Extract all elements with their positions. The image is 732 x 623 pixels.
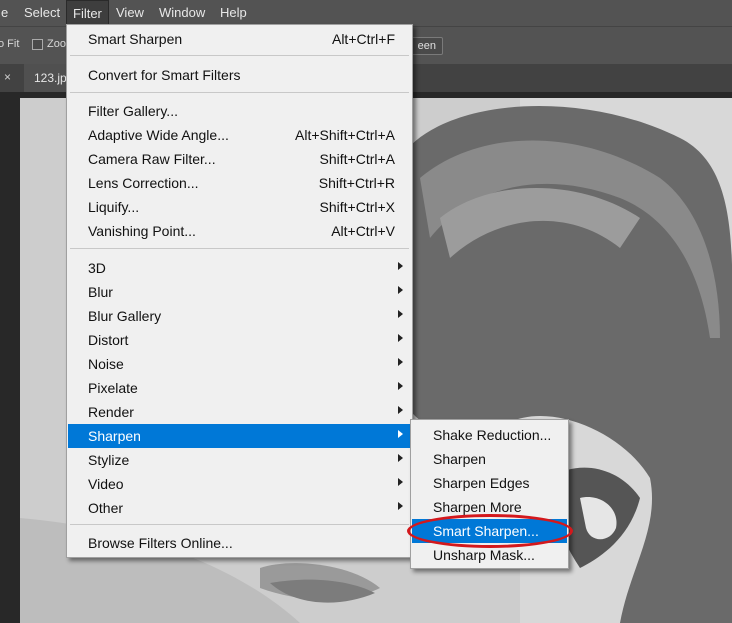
menu-item-label: Sharpen More [433, 499, 522, 515]
submenu-arrow-icon [398, 454, 403, 462]
submenu-item-sharpen[interactable]: Sharpen [412, 447, 567, 471]
menu-item-label: 3D [88, 260, 106, 276]
menu-bar: e Select Filter View Window Help [0, 0, 732, 26]
menu-item-label: Render [88, 404, 134, 420]
submenu-arrow-icon [398, 262, 403, 270]
menu-separator [70, 92, 409, 93]
menu-item-shortcut: Alt+Ctrl+V [331, 223, 395, 239]
close-tab-icon[interactable]: × [4, 70, 11, 84]
menu-item-last-filter[interactable]: Smart Sharpen Alt+Ctrl+F [68, 27, 411, 51]
menu-item-other[interactable]: Other [68, 496, 411, 520]
menu-view[interactable]: View [110, 0, 150, 26]
menu-window[interactable]: Window [153, 0, 211, 26]
menu-item-shortcut: Shift+Ctrl+X [319, 199, 395, 215]
zoom-all-checkbox[interactable] [32, 39, 43, 50]
menu-item-adaptive-wide-angle[interactable]: Adaptive Wide Angle... Alt+Shift+Ctrl+A [68, 123, 411, 147]
menu-filter[interactable]: Filter [66, 0, 109, 26]
fit-screen-label[interactable]: o Fit [0, 38, 19, 50]
menu-item-sharpen[interactable]: Sharpen [68, 424, 411, 448]
menu-separator [70, 248, 409, 249]
menu-item-label: Blur Gallery [88, 308, 162, 324]
menu-item-filter-gallery[interactable]: Filter Gallery... [68, 99, 411, 123]
menu-item-label: Browse Filters Online... [88, 535, 233, 551]
menu-item-label: Vanishing Point... [88, 223, 196, 239]
submenu-arrow-icon [398, 286, 403, 294]
menu-item-video[interactable]: Video [68, 472, 411, 496]
menu-item-3d[interactable]: 3D [68, 256, 411, 280]
menu-item-label: Camera Raw Filter... [88, 151, 216, 167]
submenu-item-shake-reduction[interactable]: Shake Reduction... [412, 423, 567, 447]
filter-menu: Smart Sharpen Alt+Ctrl+F Convert for Sma… [66, 24, 413, 558]
menu-item-label: Noise [88, 356, 124, 372]
menu-item-label: Liquify... [88, 199, 140, 215]
menu-item-liquify[interactable]: Liquify... Shift+Ctrl+X [68, 195, 411, 219]
submenu-arrow-icon [398, 382, 403, 390]
submenu-arrow-icon [398, 358, 403, 366]
submenu-item-sharpen-edges[interactable]: Sharpen Edges [412, 471, 567, 495]
menu-item-label: Filter Gallery... [88, 103, 178, 119]
menu-item-label: Sharpen Edges [433, 475, 530, 491]
menu-item-label: Stylize [88, 452, 130, 468]
menu-item-label: Blur [88, 284, 113, 300]
menu-item-shortcut: Shift+Ctrl+R [318, 175, 395, 191]
menu-item-render[interactable]: Render [68, 400, 411, 424]
menu-item-shortcut: Shift+Ctrl+A [319, 151, 395, 167]
menu-item-label: Distort [88, 332, 129, 348]
menu-item-label: Unsharp Mask... [433, 547, 535, 563]
menu-item-stylize[interactable]: Stylize [68, 448, 411, 472]
menu-item-blur[interactable]: Blur [68, 280, 411, 304]
menu-item-label: Pixelate [88, 380, 138, 396]
menu-item-label: Lens Correction... [88, 175, 199, 191]
menu-item-blur-gallery[interactable]: Blur Gallery [68, 304, 411, 328]
menu-item-label: Smart Sharpen [88, 31, 183, 47]
submenu-arrow-icon [398, 478, 403, 486]
menu-select[interactable]: Select [18, 0, 66, 26]
menu-item-label: Other [88, 500, 124, 516]
menu-item-label: Sharpen [88, 428, 141, 444]
annotation-ellipse [407, 514, 573, 548]
menu-item-noise[interactable]: Noise [68, 352, 411, 376]
menu-item-label: Convert for Smart Filters [88, 67, 241, 83]
menu-item-pixelate[interactable]: Pixelate [68, 376, 411, 400]
menu-item-shortcut: Alt+Ctrl+F [331, 31, 395, 47]
menu-item-distort[interactable]: Distort [68, 328, 411, 352]
menu-item-convert-smart-filters[interactable]: Convert for Smart Filters [68, 63, 411, 87]
menu-item-lens-correction[interactable]: Lens Correction... Shift+Ctrl+R [68, 171, 411, 195]
menu-item-label: Shake Reduction... [433, 427, 552, 443]
menu-item-vanishing-point[interactable]: Vanishing Point... Alt+Ctrl+V [68, 219, 411, 243]
submenu-arrow-icon [398, 334, 403, 342]
submenu-arrow-icon [398, 406, 403, 414]
menu-separator [70, 55, 409, 56]
menu-item-browse-filters-online[interactable]: Browse Filters Online... [68, 531, 411, 555]
menu-item-shortcut: Alt+Shift+Ctrl+A [295, 127, 395, 143]
menu-item-label: Adaptive Wide Angle... [88, 127, 229, 143]
menu-item-label: Video [88, 476, 124, 492]
submenu-arrow-icon [398, 502, 403, 510]
menu-separator [70, 524, 409, 525]
menu-item-camera-raw-filter[interactable]: Camera Raw Filter... Shift+Ctrl+A [68, 147, 411, 171]
menu-edit[interactable]: e [0, 0, 14, 26]
menu-help[interactable]: Help [214, 0, 253, 26]
submenu-arrow-icon [398, 310, 403, 318]
menu-item-label: Sharpen [433, 451, 486, 467]
submenu-arrow-icon [398, 430, 403, 438]
